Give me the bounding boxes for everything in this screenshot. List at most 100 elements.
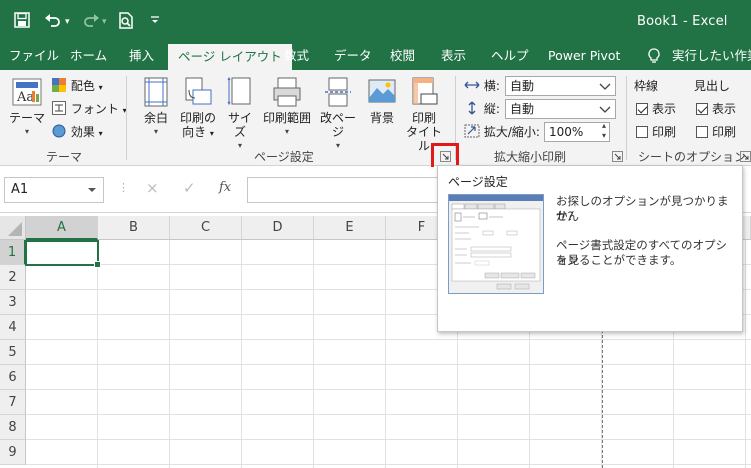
tab-file[interactable]: ファイル — [9, 44, 59, 70]
ribbon: Aa テーマ ▾ 配色 ▾ フォント ▾ 効果 ▾ テーマ 余白 ▾ 印刷の 向… — [0, 70, 751, 166]
print-preview-icon[interactable] — [118, 12, 134, 34]
tab-formulas[interactable]: 数式 — [284, 44, 309, 70]
themes-label: テーマ — [8, 111, 45, 125]
row-header-1[interactable]: 1 — [0, 240, 26, 265]
save-icon[interactable] — [14, 12, 30, 33]
effects-label: 効果 — [70, 125, 95, 139]
column-header-c[interactable]: C — [170, 216, 242, 240]
width-row: 横: — [464, 78, 500, 94]
column-header-d[interactable]: D — [242, 216, 314, 240]
background-button[interactable]: 背景 — [364, 76, 400, 125]
headings-view-checkbox[interactable]: 表示 — [696, 101, 736, 117]
print-area-button[interactable]: 印刷範囲 ▾ — [262, 76, 312, 139]
redo-icon[interactable] — [82, 12, 100, 33]
size-button[interactable]: サイズ ▾ — [223, 76, 257, 153]
column-header-b[interactable]: B — [98, 216, 170, 240]
undo-icon[interactable] — [44, 12, 62, 33]
row-header-4[interactable]: 4 — [0, 315, 26, 340]
row-header-6[interactable]: 6 — [0, 365, 26, 390]
checkbox-checked-icon — [696, 103, 708, 115]
tab-insert[interactable]: 挿入 — [129, 44, 154, 70]
row-header-9[interactable]: 9 — [0, 440, 26, 465]
column-header-e[interactable]: E — [314, 216, 386, 240]
scale-icon — [464, 124, 480, 138]
margins-button[interactable]: 余白 ▾ — [138, 76, 174, 139]
size-dropdown-icon: ▾ — [237, 141, 242, 150]
window-title: Book1 - Excel — [637, 14, 728, 29]
spinner-arrows-icon[interactable]: ▴ ▾ — [602, 121, 606, 141]
effects-button[interactable]: 効果 ▾ — [52, 124, 103, 142]
fonts-label: フォント — [70, 102, 119, 116]
width-select[interactable]: 自動 — [505, 76, 616, 96]
undo-dropdown-icon[interactable]: ▾ — [65, 12, 70, 32]
orientation-icon — [185, 77, 212, 105]
tooltip-line-4: を見ることができます。 — [556, 253, 682, 267]
tab-help[interactable]: ヘルプ — [491, 44, 529, 70]
tab-home[interactable]: ホーム — [70, 44, 107, 70]
redo-dropdown-icon[interactable]: ▾ — [102, 12, 107, 32]
headings-view-label: 表示 — [712, 102, 737, 116]
row-header-8[interactable]: 8 — [0, 415, 26, 440]
scale-group-label: 拡大縮小印刷 — [494, 150, 567, 164]
background-icon — [368, 79, 396, 103]
breaks-dropdown-icon: ▾ — [335, 141, 340, 150]
colors-dropdown-icon: ▾ — [98, 83, 103, 92]
select-all-corner[interactable] — [0, 216, 26, 240]
enter-icon[interactable]: ✓ — [183, 179, 196, 197]
row-header-3[interactable]: 3 — [0, 290, 26, 315]
colors-label: 配色 — [70, 79, 95, 93]
scale-spinner[interactable]: 100% ▴ ▾ — [544, 121, 610, 142]
headings-print-checkbox[interactable]: 印刷 — [696, 124, 736, 140]
gridlines-print-checkbox[interactable]: 印刷 — [636, 124, 676, 140]
row-header-2[interactable]: 2 — [0, 265, 26, 290]
checkbox-checked-icon — [636, 103, 648, 115]
tab-review[interactable]: 校閲 — [390, 44, 415, 70]
size-icon — [227, 76, 251, 106]
checkbox-unchecked-icon — [696, 126, 708, 138]
tab-power-pivot[interactable]: Power Pivot — [548, 44, 620, 70]
height-select[interactable]: 自動 — [505, 99, 616, 119]
orientation-dropdown-icon: ▾ — [209, 129, 214, 138]
scale-dialog-launcher-icon[interactable] — [612, 151, 623, 162]
colors-button[interactable]: 配色 ▾ — [52, 78, 103, 96]
sheet-options-group-label: シートのオプション — [638, 150, 747, 164]
themes-button[interactable]: Aa テーマ ▾ — [8, 76, 46, 139]
breaks-button[interactable]: 改ページ ▾ — [316, 76, 360, 153]
margins-dropdown-icon: ▾ — [153, 127, 158, 136]
tab-data[interactable]: データ — [334, 44, 372, 70]
formula-bar-grip-icon: ⋮ — [118, 181, 129, 194]
tab-view[interactable]: 表示 — [441, 44, 466, 70]
cancel-icon[interactable]: × — [146, 179, 159, 197]
chevron-down-icon[interactable] — [87, 178, 97, 211]
fonts-button[interactable]: フォント ▾ — [52, 101, 127, 119]
tab-page-layout[interactable]: ページ レイアウト — [168, 44, 292, 70]
size-label: サイズ — [227, 111, 252, 139]
height-icon — [468, 101, 476, 115]
height-row: 縦: — [464, 101, 500, 117]
print-area-icon — [273, 77, 301, 107]
active-cell-a1[interactable] — [25, 240, 101, 268]
formula-input[interactable] — [247, 177, 447, 203]
name-box[interactable]: A1 — [4, 177, 104, 203]
fonts-icon — [52, 101, 66, 115]
tell-me-search[interactable]: 実行したい作業を — [672, 44, 751, 70]
gridlines-view-checkbox[interactable]: 表示 — [636, 101, 676, 117]
themes-dropdown-icon: ▾ — [24, 127, 29, 136]
row-header-5[interactable]: 5 — [0, 340, 26, 365]
print-titles-label-1: 印刷 — [411, 111, 436, 125]
tooltip-title: ページ設定 — [448, 175, 508, 189]
print-titles-button[interactable]: 印刷 タイトル — [404, 76, 444, 153]
insert-function-icon[interactable]: fx — [219, 180, 231, 195]
themes-icon: Aa — [12, 78, 42, 106]
group-divider — [126, 76, 127, 160]
height-value: 自動 — [510, 102, 535, 116]
sheet-options-dialog-launcher-icon[interactable] — [740, 151, 751, 162]
height-label: 縦: — [483, 102, 500, 116]
ribbon-tabs: ファイル ホーム 挿入 ページ レイアウト 数式 データ 校閲 表示 ヘルプ P… — [0, 44, 751, 70]
row-header-7[interactable]: 7 — [0, 390, 26, 415]
customize-qat-icon[interactable] — [150, 12, 160, 32]
orientation-button[interactable]: 印刷の 向き ▾ — [178, 76, 218, 141]
column-header-a[interactable]: A — [26, 216, 98, 240]
page-setup-dialog-preview-image — [448, 194, 544, 294]
themes-group-label: テーマ — [46, 150, 83, 164]
